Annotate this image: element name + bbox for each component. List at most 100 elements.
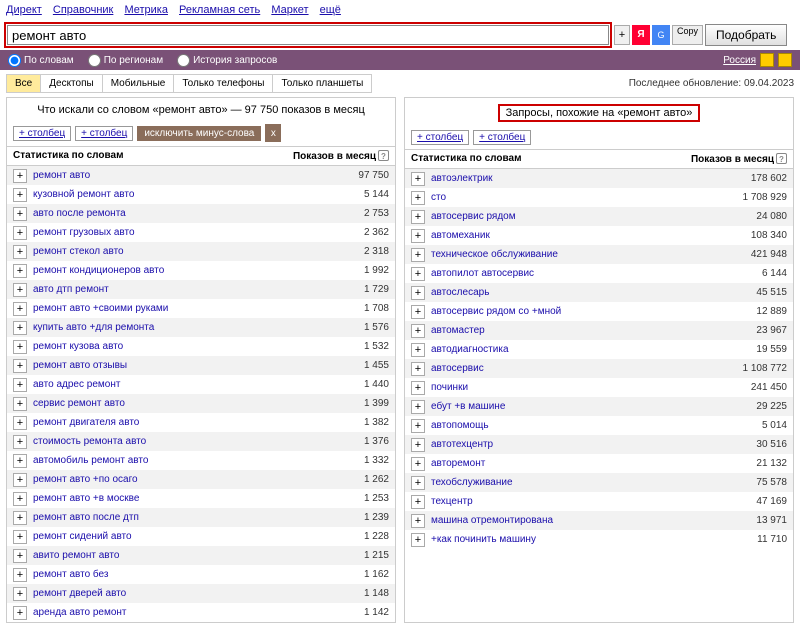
close-exclude-button[interactable]: x [265,124,281,142]
expand-icon[interactable]: + [13,264,27,278]
expand-icon[interactable]: + [13,321,27,335]
keyword-link[interactable]: ремонт двигателя авто [33,417,329,428]
keyword-link[interactable]: ремонт сидений авто [33,531,329,542]
keyword-link[interactable]: ремонт авто после дтп [33,512,329,523]
keyword-link[interactable]: ремонт авто [33,170,329,181]
expand-icon[interactable]: + [13,340,27,354]
nav-link[interactable]: ещё [320,4,341,16]
expand-icon[interactable]: + [13,549,27,563]
keyword-link[interactable]: ремонт авто без [33,569,329,580]
nav-link[interactable]: Директ [6,4,42,16]
keyword-link[interactable]: техцентр [431,496,727,507]
expand-icon[interactable]: + [411,438,425,452]
add-column-button[interactable]: + столбец [13,126,71,141]
keyword-link[interactable]: автопомощь [431,420,727,431]
keyword-link[interactable]: автосервис [431,363,727,374]
expand-icon[interactable]: + [411,514,425,528]
expand-icon[interactable]: + [411,533,425,547]
keyword-link[interactable]: ремонт авто +в москве [33,493,329,504]
expand-icon[interactable]: + [411,286,425,300]
keyword-link[interactable]: авто адрес ремонт [33,379,329,390]
keyword-link[interactable]: купить авто +для ремонта [33,322,329,333]
keyword-link[interactable]: ремонт авто +по осаго [33,474,329,485]
expand-icon[interactable]: + [411,400,425,414]
keyword-link[interactable]: авторемонт [431,458,727,469]
nav-link[interactable]: Метрика [124,4,168,16]
radio-history[interactable]: История запросов [177,54,277,67]
tab-phones[interactable]: Только телефоны [173,74,273,93]
keyword-link[interactable]: +как починить машину [431,534,727,545]
keyword-link[interactable]: ремонт грузовых авто [33,227,329,238]
keyword-link[interactable]: кузовной ремонт авто [33,189,329,200]
nav-link[interactable]: Маркет [271,4,308,16]
keyword-link[interactable]: ремонт дверей авто [33,588,329,599]
keyword-link[interactable]: стоимость ремонта авто [33,436,329,447]
expand-icon[interactable]: + [411,172,425,186]
exclude-minus-button[interactable]: исключить минус-слова [137,126,261,141]
expand-icon[interactable]: + [13,587,27,601]
keyword-link[interactable]: автотехцентр [431,439,727,450]
expand-icon[interactable]: + [13,188,27,202]
keyword-link[interactable]: техобслуживание [431,477,727,488]
keyword-link[interactable]: автомобиль ремонт авто [33,455,329,466]
add-column-button[interactable]: + столбец [411,130,469,145]
tab-desktop[interactable]: Десктопы [40,74,102,93]
keyword-link[interactable]: сто [431,192,727,203]
google-icon[interactable]: G [652,25,670,45]
tab-all[interactable]: Все [6,74,41,93]
keyword-link[interactable]: авито ремонт авто [33,550,329,561]
expand-icon[interactable]: + [13,435,27,449]
expand-icon[interactable]: + [13,359,27,373]
add-column-button[interactable]: + столбец [473,130,531,145]
expand-icon[interactable]: + [13,283,27,297]
expand-icon[interactable]: + [411,343,425,357]
keyword-link[interactable]: ремонт авто +своими руками [33,303,329,314]
expand-icon[interactable]: + [13,454,27,468]
keyword-link[interactable]: ремонт кондиционеров авто [33,265,329,276]
expand-icon[interactable]: + [13,378,27,392]
expand-icon[interactable]: + [411,210,425,224]
keyword-link[interactable]: ремонт стекол авто [33,246,329,257]
region-toggle-2[interactable] [778,53,792,67]
expand-icon[interactable]: + [13,530,27,544]
expand-icon[interactable]: + [411,267,425,281]
info-icon[interactable]: ? [378,150,389,161]
expand-icon[interactable]: + [411,495,425,509]
expand-icon[interactable]: + [13,511,27,525]
keyword-link[interactable]: автосервис рядом со +мной [431,306,727,317]
expand-icon[interactable]: + [411,305,425,319]
expand-icon[interactable]: + [13,606,27,620]
keyword-link[interactable]: автомастер [431,325,727,336]
expand-icon[interactable]: + [411,457,425,471]
region-toggle-1[interactable] [760,53,774,67]
expand-icon[interactable]: + [13,416,27,430]
add-column-button[interactable]: + столбец [75,126,133,141]
keyword-link[interactable]: ремонт кузова авто [33,341,329,352]
search-input[interactable] [7,25,609,45]
keyword-link[interactable]: авто после ремонта [33,208,329,219]
keyword-link[interactable]: починки [431,382,727,393]
expand-icon[interactable]: + [411,191,425,205]
keyword-link[interactable]: автослесарь [431,287,727,298]
expand-icon[interactable]: + [13,207,27,221]
expand-icon[interactable]: + [13,226,27,240]
tab-mobile[interactable]: Мобильные [102,74,175,93]
keyword-link[interactable]: автосервис рядом [431,211,727,222]
keyword-link[interactable]: сервис ремонт авто [33,398,329,409]
keyword-link[interactable]: автоэлектрик [431,173,727,184]
expand-icon[interactable]: + [411,419,425,433]
region-link[interactable]: Россия [723,55,756,66]
expand-icon[interactable]: + [411,381,425,395]
expand-icon[interactable]: + [13,492,27,506]
expand-icon[interactable]: + [13,568,27,582]
info-icon[interactable]: ? [776,153,787,164]
keyword-link[interactable]: ебут +в машине [431,401,727,412]
keyword-link[interactable]: машина отремонтирована [431,515,727,526]
submit-button[interactable]: Подобрать [705,24,787,46]
expand-icon[interactable]: + [13,169,27,183]
expand-icon[interactable]: + [13,245,27,259]
keyword-link[interactable]: автомеханик [431,230,727,241]
keyword-link[interactable]: автопилот автосервис [431,268,727,279]
tab-tablets[interactable]: Только планшеты [272,74,372,93]
expand-icon[interactable]: + [411,324,425,338]
